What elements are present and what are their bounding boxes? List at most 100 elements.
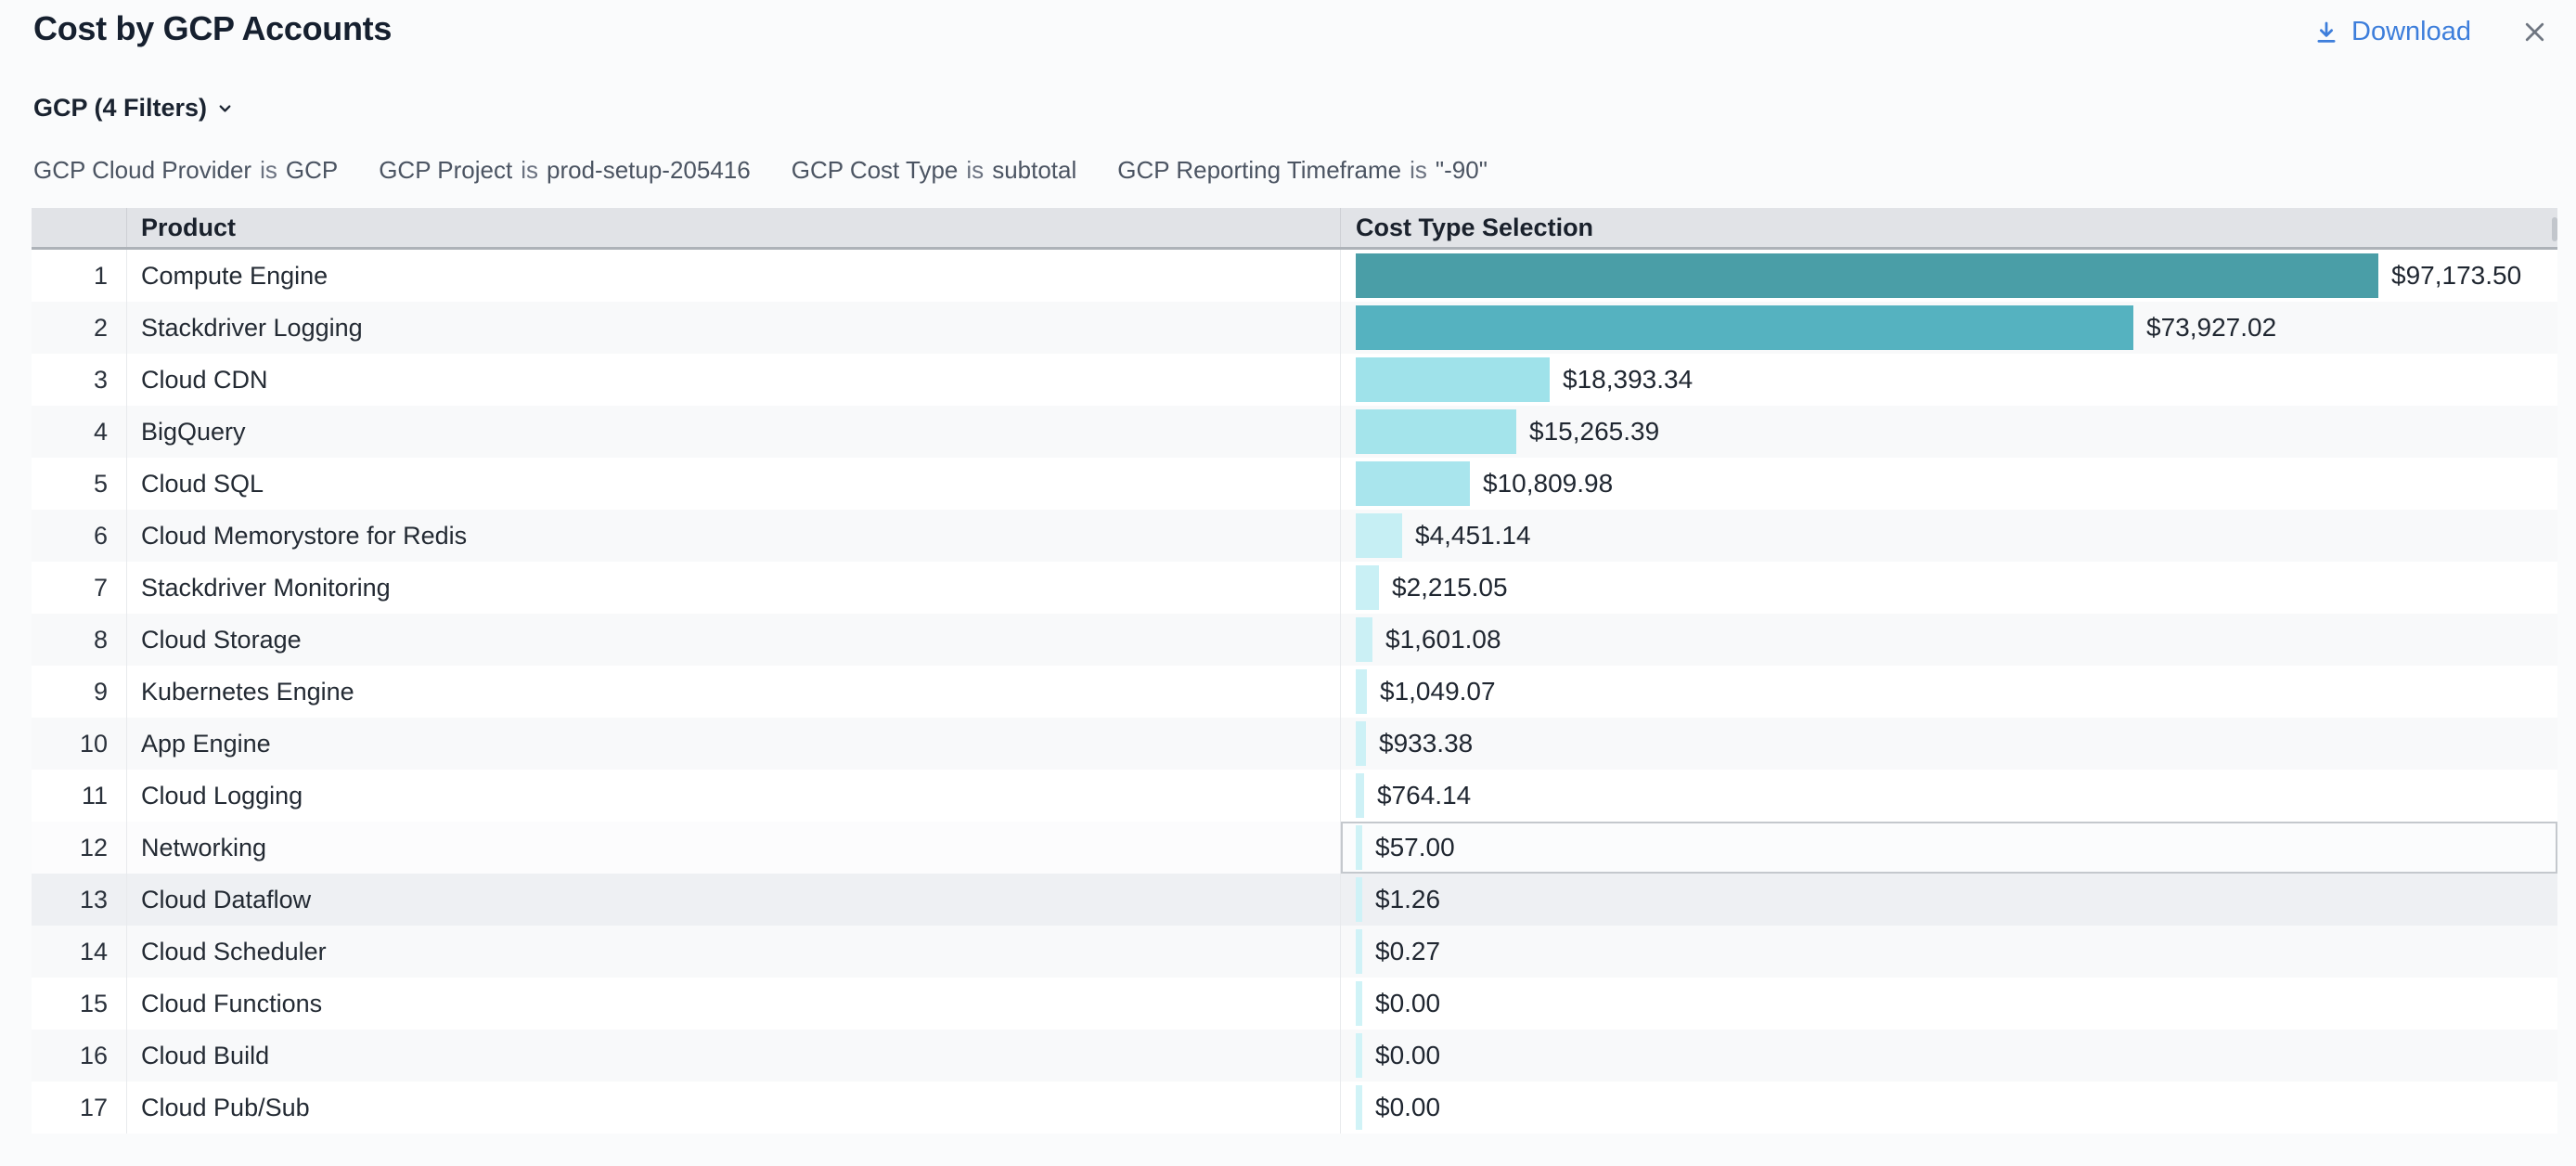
filter-field: GCP Reporting Timeframe bbox=[1117, 156, 1401, 185]
cost-value: $0.00 bbox=[1375, 1093, 1440, 1122]
table-row: 8 Cloud Storage $1,601.08 bbox=[32, 614, 2557, 666]
cost-value: $1,049.07 bbox=[1380, 677, 1496, 706]
row-cost-cell[interactable]: $1,601.08 bbox=[1341, 614, 2557, 666]
table-row: 5 Cloud SQL $10,809.98 bbox=[32, 458, 2557, 510]
row-cost-cell[interactable]: $97,173.50 bbox=[1341, 250, 2557, 302]
cost-bar bbox=[1356, 721, 1366, 766]
cost-value: $4,451.14 bbox=[1415, 521, 1531, 551]
row-rank: 10 bbox=[32, 718, 127, 770]
row-rank: 4 bbox=[32, 406, 127, 458]
row-product: Stackdriver Monitoring bbox=[127, 562, 1341, 614]
row-cost-cell[interactable]: $73,927.02 bbox=[1341, 302, 2557, 354]
filter-operator: is bbox=[1410, 156, 1427, 185]
cost-bar bbox=[1356, 357, 1550, 402]
row-rank: 6 bbox=[32, 510, 127, 562]
cost-value: $18,393.34 bbox=[1563, 365, 1693, 395]
header-rank-column bbox=[32, 208, 127, 247]
cost-value: $0.00 bbox=[1375, 989, 1440, 1018]
row-product: App Engine bbox=[127, 718, 1341, 770]
row-product: Stackdriver Logging bbox=[127, 302, 1341, 354]
close-button[interactable] bbox=[2519, 17, 2550, 47]
row-cost-cell[interactable]: $57.00 bbox=[1341, 822, 2557, 874]
filters-summary-toggle[interactable]: GCP (4 Filters) bbox=[33, 94, 236, 123]
row-rank: 15 bbox=[32, 978, 127, 1030]
cost-bar bbox=[1356, 409, 1516, 454]
filter-operator: is bbox=[260, 156, 277, 185]
cost-bar bbox=[1356, 929, 1362, 974]
row-rank: 11 bbox=[32, 770, 127, 822]
row-rank: 17 bbox=[32, 1082, 127, 1134]
download-button[interactable]: Download bbox=[2312, 17, 2471, 47]
filter-operator: is bbox=[521, 156, 538, 185]
cost-bar bbox=[1356, 669, 1367, 714]
cost-value: $2,215.05 bbox=[1392, 573, 1508, 602]
download-icon bbox=[2312, 19, 2340, 46]
cost-value: $73,927.02 bbox=[2146, 313, 2276, 343]
row-product: Kubernetes Engine bbox=[127, 666, 1341, 718]
row-product: Cloud Storage bbox=[127, 614, 1341, 666]
table-row: 1 Compute Engine $97,173.50 bbox=[32, 250, 2557, 302]
download-label: Download bbox=[2351, 17, 2471, 47]
row-cost-cell[interactable]: $1,049.07 bbox=[1341, 666, 2557, 718]
cost-value: $10,809.98 bbox=[1483, 469, 1613, 499]
row-cost-cell[interactable]: $10,809.98 bbox=[1341, 458, 2557, 510]
row-rank: 2 bbox=[32, 302, 127, 354]
cost-bar bbox=[1356, 565, 1379, 610]
filter-field: GCP Cloud Provider bbox=[33, 156, 251, 185]
cost-bar bbox=[1356, 1033, 1362, 1078]
row-rank: 5 bbox=[32, 458, 127, 510]
cost-bar bbox=[1356, 825, 1362, 870]
row-rank: 1 bbox=[32, 250, 127, 302]
row-product: Cloud Build bbox=[127, 1030, 1341, 1082]
row-cost-cell[interactable]: $15,265.39 bbox=[1341, 406, 2557, 458]
row-rank: 8 bbox=[32, 614, 127, 666]
header-product-column[interactable]: Product bbox=[127, 208, 1341, 247]
row-cost-cell[interactable]: $1.26 bbox=[1341, 874, 2557, 926]
cost-value: $1,601.08 bbox=[1385, 625, 1501, 654]
row-product: Cloud CDN bbox=[127, 354, 1341, 406]
filter-item: GCP Cost Type is subtotal bbox=[792, 156, 1077, 185]
row-cost-cell[interactable]: $764.14 bbox=[1341, 770, 2557, 822]
cost-bar bbox=[1356, 253, 2378, 298]
cost-value: $0.27 bbox=[1375, 937, 1440, 966]
row-rank: 14 bbox=[32, 926, 127, 978]
row-cost-cell[interactable]: $0.00 bbox=[1341, 1030, 2557, 1082]
filters-summary-label: GCP (4 Filters) bbox=[33, 94, 207, 123]
cost-bar bbox=[1356, 617, 1372, 662]
row-product: Cloud Pub/Sub bbox=[127, 1082, 1341, 1134]
filter-value: prod-setup-205416 bbox=[547, 156, 751, 185]
table-row: 3 Cloud CDN $18,393.34 bbox=[32, 354, 2557, 406]
row-product: Cloud Functions bbox=[127, 978, 1341, 1030]
table-header: Product Cost Type Selection bbox=[32, 208, 2557, 250]
table-row: 6 Cloud Memorystore for Redis $4,451.14 bbox=[32, 510, 2557, 562]
table-row: 16 Cloud Build $0.00 bbox=[32, 1030, 2557, 1082]
cost-value: $764.14 bbox=[1377, 781, 1471, 810]
table-row: 12 Networking $57.00 bbox=[32, 822, 2557, 874]
row-cost-cell[interactable]: $0.00 bbox=[1341, 1082, 2557, 1134]
cost-bar bbox=[1356, 981, 1362, 1026]
row-cost-cell[interactable]: $2,215.05 bbox=[1341, 562, 2557, 614]
filter-field: GCP Project bbox=[379, 156, 512, 185]
row-cost-cell[interactable]: $0.27 bbox=[1341, 926, 2557, 978]
row-cost-cell[interactable]: $18,393.34 bbox=[1341, 354, 2557, 406]
header-cost-column[interactable]: Cost Type Selection bbox=[1341, 208, 2557, 247]
row-product: Cloud SQL bbox=[127, 458, 1341, 510]
filter-value: subtotal bbox=[992, 156, 1076, 185]
cost-bar bbox=[1356, 305, 2133, 350]
table-row: 15 Cloud Functions $0.00 bbox=[32, 978, 2557, 1030]
row-product: Cloud Dataflow bbox=[127, 874, 1341, 926]
row-cost-cell[interactable]: $0.00 bbox=[1341, 978, 2557, 1030]
table-row: 14 Cloud Scheduler $0.27 bbox=[32, 926, 2557, 978]
row-cost-cell[interactable]: $4,451.14 bbox=[1341, 510, 2557, 562]
vertical-scrollbar-thumb[interactable] bbox=[2552, 217, 2557, 241]
filter-item: GCP Reporting Timeframe is "-90" bbox=[1117, 156, 1488, 185]
table-row: 13 Cloud Dataflow $1.26 bbox=[32, 874, 2557, 926]
page-title: Cost by GCP Accounts bbox=[33, 9, 392, 48]
row-product: Cloud Logging bbox=[127, 770, 1341, 822]
row-product: BigQuery bbox=[127, 406, 1341, 458]
filter-value: "-90" bbox=[1436, 156, 1488, 185]
filter-field: GCP Cost Type bbox=[792, 156, 959, 185]
row-rank: 13 bbox=[32, 874, 127, 926]
row-cost-cell[interactable]: $933.38 bbox=[1341, 718, 2557, 770]
chevron-down-icon bbox=[214, 97, 236, 119]
